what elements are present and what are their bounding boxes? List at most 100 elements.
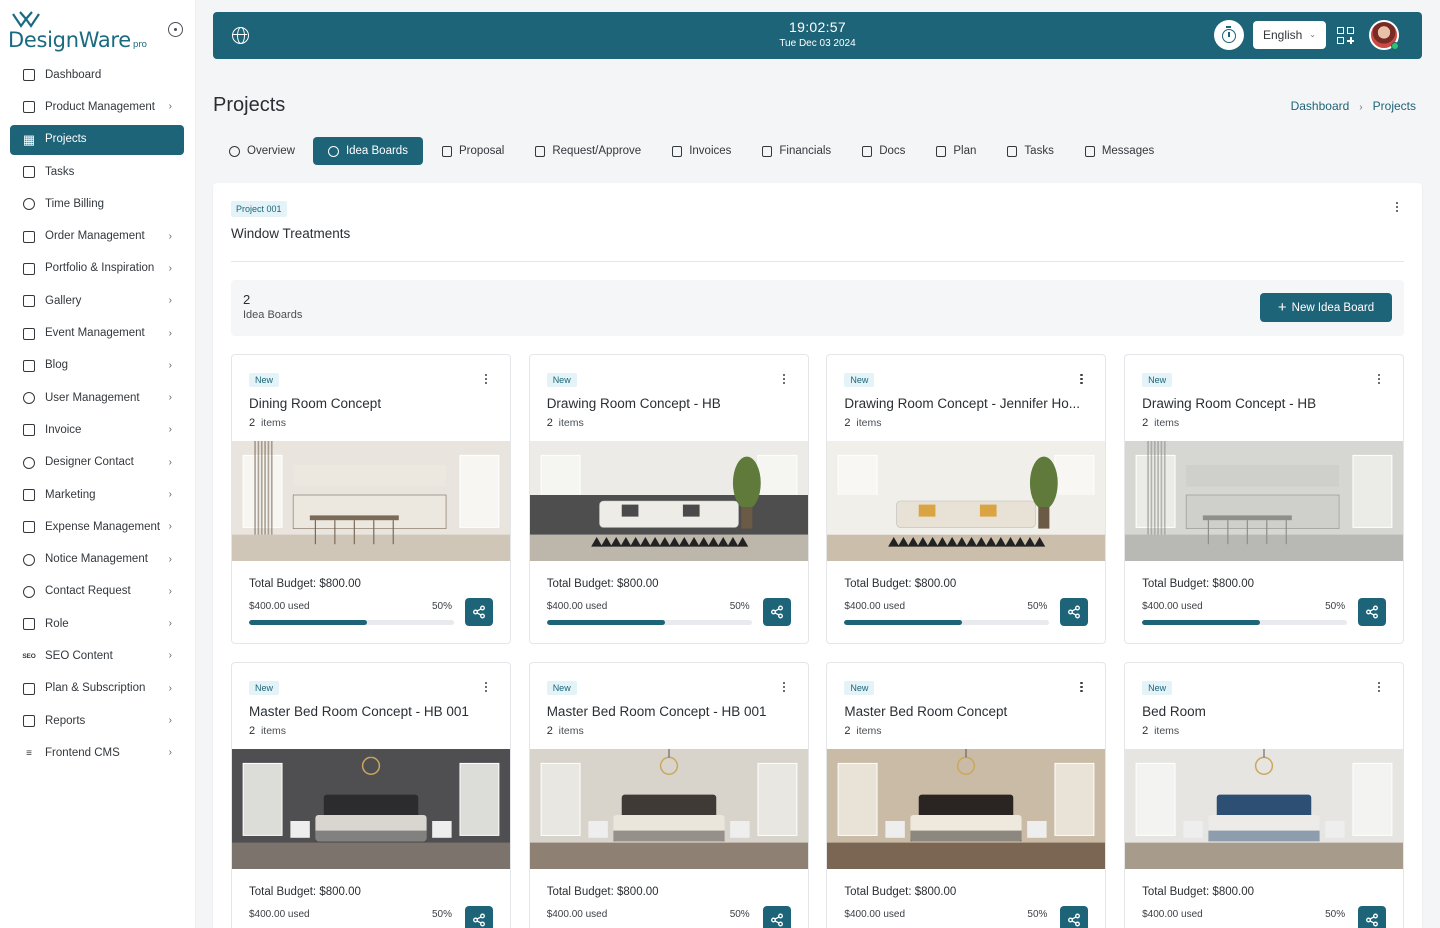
idea-board-card[interactable]: New Bed Room 2 items Total Budget: $800.00 $… bbox=[1124, 661, 1405, 928]
sidebar-item-invoice[interactable]: Invoice › bbox=[10, 414, 184, 446]
sidebar-item-frontend-cms[interactable]: ≡ Frontend CMS › bbox=[10, 737, 184, 769]
board-title[interactable]: Master Bed Room Concept bbox=[844, 704, 1089, 719]
sidebar-item-projects[interactable]: ▦ Projects bbox=[10, 124, 184, 155]
idea-board-card[interactable]: New Drawing Room Concept - HB 2 items Total… bbox=[528, 354, 809, 644]
sidebar-item-portfolio-inspiration[interactable]: Portfolio & Inspiration › bbox=[10, 253, 184, 285]
board-cover-image[interactable] bbox=[529, 441, 808, 561]
share-button[interactable] bbox=[762, 598, 791, 626]
more-options-icon[interactable] bbox=[1377, 681, 1381, 695]
sidebar-item-role[interactable]: Role › bbox=[10, 608, 184, 640]
board-title[interactable]: Bed Room bbox=[1142, 704, 1387, 719]
sidebar-item-label: Plan & Subscription bbox=[45, 682, 146, 695]
more-options-icon[interactable] bbox=[1079, 373, 1083, 387]
board-total-budget: Total Budget: $800.00 bbox=[1142, 885, 1254, 898]
board-budget-percent: 50% bbox=[1027, 908, 1048, 920]
tab-proposal[interactable]: Proposal bbox=[429, 137, 517, 165]
share-button[interactable] bbox=[1060, 905, 1089, 928]
chevron-right-icon: › bbox=[168, 521, 172, 533]
breadcrumb-dashboard[interactable]: Dashboard bbox=[1291, 99, 1350, 113]
sidebar-item-reports[interactable]: Reports › bbox=[10, 705, 184, 737]
idea-board-card[interactable]: New Dining Room Concept 2 items Total Budge… bbox=[231, 354, 511, 644]
share-button[interactable] bbox=[1358, 598, 1387, 626]
timer-button[interactable] bbox=[1214, 20, 1244, 50]
board-budget-used: $400.00 used bbox=[844, 908, 906, 920]
tab-invoices[interactable]: Invoices bbox=[659, 137, 744, 165]
tab-request-approve[interactable]: Request/Approve bbox=[522, 137, 654, 165]
sidebar-item-event-management[interactable]: Event Management › bbox=[10, 317, 184, 349]
chevron-right-icon: › bbox=[168, 327, 172, 339]
breadcrumb-projects[interactable]: Projects bbox=[1373, 99, 1416, 113]
board-title[interactable]: Drawing Room Concept - Jennifer Ho... bbox=[844, 396, 1089, 411]
more-options-icon[interactable] bbox=[782, 681, 786, 695]
share-button[interactable] bbox=[762, 905, 791, 928]
sidebar-item-time-billing[interactable]: Time Billing bbox=[10, 188, 184, 220]
tab-tasks[interactable]: Tasks bbox=[994, 137, 1066, 165]
sidebar-item-gallery[interactable]: Gallery › bbox=[10, 285, 184, 317]
sidebar-item-label: SEO Content bbox=[45, 649, 113, 662]
idea-board-card[interactable]: New Drawing Room Concept - HB 2 items Total… bbox=[1124, 354, 1405, 644]
language-select[interactable]: English ⌄ bbox=[1253, 21, 1326, 49]
more-options-icon[interactable] bbox=[1377, 373, 1381, 387]
board-title[interactable]: Master Bed Room Concept - HB 001 bbox=[249, 704, 494, 719]
board-title[interactable]: Dining Room Concept bbox=[249, 396, 494, 411]
status-badge: New bbox=[844, 680, 875, 695]
sidebar-item-seo-content[interactable]: SEO SEO Content › bbox=[10, 640, 184, 672]
board-title[interactable]: Drawing Room Concept - HB bbox=[1142, 396, 1387, 411]
board-cover-image[interactable] bbox=[827, 441, 1106, 561]
idea-board-card[interactable]: New Master Bed Room Concept - HB 001 2 ite… bbox=[231, 661, 511, 928]
tab-docs[interactable]: Docs bbox=[849, 137, 918, 165]
sidebar-item-plan-subscription[interactable]: Plan & Subscription › bbox=[10, 673, 184, 705]
board-cover-image[interactable] bbox=[827, 748, 1106, 869]
bulb-icon bbox=[327, 145, 339, 157]
sidebar-item-designer-contact[interactable]: Designer Contact › bbox=[10, 447, 184, 479]
board-cover-image[interactable] bbox=[232, 748, 510, 869]
more-options-icon[interactable] bbox=[1395, 201, 1399, 215]
tab-financials[interactable]: Financials bbox=[749, 137, 844, 165]
sidebar-item-product-management[interactable]: Product Management › bbox=[10, 91, 184, 123]
sidebar-item-user-management[interactable]: User Management › bbox=[10, 382, 184, 414]
share-button[interactable] bbox=[465, 905, 493, 928]
share-button[interactable] bbox=[1358, 905, 1387, 928]
share-button[interactable] bbox=[1060, 598, 1089, 626]
sidebar-item-label: Portfolio & Inspiration bbox=[45, 262, 155, 275]
board-cover-image[interactable] bbox=[1125, 748, 1404, 869]
sidebar-item-blog[interactable]: Blog › bbox=[10, 350, 184, 382]
sidebar-item-marketing[interactable]: Marketing › bbox=[10, 479, 184, 511]
board-title[interactable]: Drawing Room Concept - HB bbox=[547, 396, 792, 411]
more-options-icon[interactable] bbox=[782, 373, 786, 387]
board-budget-percent: 50% bbox=[432, 601, 453, 612]
board-cover-image[interactable] bbox=[232, 441, 510, 561]
logo-mark-icon bbox=[12, 11, 40, 28]
tab-overview[interactable]: Overview bbox=[216, 137, 308, 165]
sidebar-item-dashboard[interactable]: Dashboard bbox=[10, 59, 184, 91]
board-cover-image[interactable] bbox=[1125, 441, 1404, 561]
budget-progress-bar bbox=[546, 620, 752, 625]
more-options-icon[interactable] bbox=[484, 373, 488, 387]
sidebar-collapse-button[interactable] bbox=[168, 22, 183, 37]
sidebar-item-notice-management[interactable]: Notice Management › bbox=[10, 543, 184, 575]
board-cover-image[interactable] bbox=[529, 748, 808, 869]
sidebar-item-tasks[interactable]: Tasks bbox=[10, 156, 184, 188]
idea-board-card[interactable]: New Master Bed Room Concept 2 items Total B… bbox=[826, 661, 1107, 928]
tab-idea-boards[interactable]: Idea Boards bbox=[312, 137, 423, 165]
idea-board-card[interactable]: New Drawing Room Concept - Jennifer Ho...… bbox=[826, 354, 1107, 644]
sidebar-item-expense-management[interactable]: Expense Management › bbox=[10, 511, 184, 543]
board-title[interactable]: Master Bed Room Concept - HB 001 bbox=[547, 704, 792, 719]
more-options-icon[interactable] bbox=[1079, 681, 1083, 695]
sidebar-item-contact-request[interactable]: Contact Request › bbox=[10, 576, 184, 608]
page-title: Projects bbox=[213, 94, 286, 116]
project-title: Window Treatments bbox=[231, 226, 351, 241]
tab-plan[interactable]: Plan bbox=[923, 137, 989, 165]
idea-board-card[interactable]: New Master Bed Room Concept - HB 001 2 ite… bbox=[528, 661, 809, 928]
more-options-icon[interactable] bbox=[484, 681, 488, 695]
lock-icon bbox=[23, 618, 35, 631]
chevron-right-icon: › bbox=[168, 424, 172, 436]
qr-grid-icon[interactable] bbox=[1337, 27, 1354, 44]
share-button[interactable] bbox=[465, 598, 493, 626]
app-logo[interactable]: DesignWare pro bbox=[8, 8, 158, 54]
sidebar-item-order-management[interactable]: Order Management › bbox=[10, 220, 184, 252]
new-idea-board-button[interactable]: + New Idea Board bbox=[1260, 293, 1392, 322]
board-budget-used: $400.00 used bbox=[844, 601, 906, 612]
board-items: 2 items bbox=[547, 725, 584, 737]
tab-messages[interactable]: Messages bbox=[1072, 137, 1167, 165]
